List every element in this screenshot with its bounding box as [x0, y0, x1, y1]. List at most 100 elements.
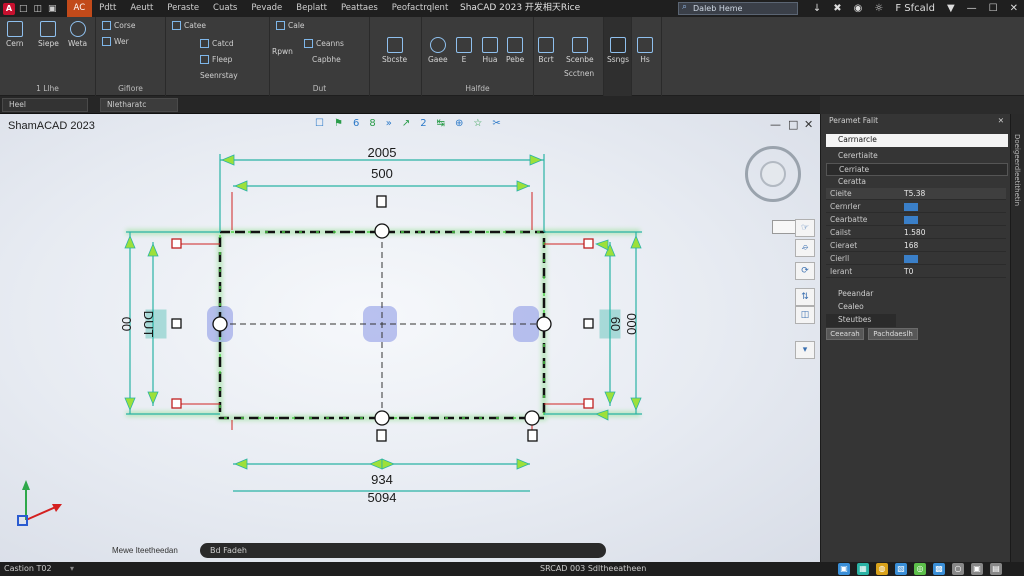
polyline-button[interactable]: Siepe: [38, 21, 59, 48]
dim-bottom-inner[interactable]: 934: [371, 472, 393, 487]
sub-combo-text: Cerriate: [839, 165, 870, 174]
property-row[interactable]: Cieite T5.38: [826, 188, 1006, 200]
move-button[interactable]: Catee: [172, 21, 206, 30]
status-toggle-0[interactable]: ▣: [838, 563, 850, 575]
view-button[interactable]: Hs: [637, 37, 653, 64]
search-input[interactable]: Daleb Heme: [678, 2, 798, 15]
match-button[interactable]: Bcrt: [538, 37, 554, 64]
props-button[interactable]: Scenbe: [566, 37, 594, 64]
drawing-canvas[interactable]: 2005 500 934 5094 DUT 00 000 60: [0, 114, 820, 562]
scale-button[interactable]: Seenrstay: [200, 71, 238, 80]
user-icon[interactable]: ◉: [854, 0, 863, 17]
tab-start[interactable]: Heel: [2, 98, 88, 112]
leader-button[interactable]: Capbhe: [312, 55, 341, 64]
apply-button[interactable]: Ceearah: [826, 328, 864, 340]
dim-top-outer[interactable]: 2005: [368, 145, 397, 160]
property-row[interactable]: Cailst 1.580: [826, 227, 1006, 239]
menu-tab-6[interactable]: Beplatt: [289, 0, 334, 17]
arc-sub-button[interactable]: Wer: [102, 37, 129, 46]
view-cube-center[interactable]: [760, 161, 786, 187]
define-button[interactable]: Pebe: [506, 37, 524, 64]
save-icon[interactable]: ▣: [48, 4, 57, 14]
orbit-tool-icon[interactable]: ⟳: [795, 262, 815, 280]
account-label[interactable]: F Sfcald: [895, 0, 935, 17]
open-folder-icon[interactable]: ◫: [34, 4, 43, 14]
property-value[interactable]: [904, 201, 918, 215]
arc-button[interactable]: Corse: [102, 21, 135, 30]
app-logo[interactable]: A: [3, 2, 15, 15]
new-file-icon[interactable]: □: [19, 4, 28, 14]
dim-top-inner[interactable]: 500: [371, 166, 393, 181]
property-row[interactable]: Cierll: [826, 253, 1006, 265]
dropdown-icon[interactable]: ▼: [947, 0, 955, 17]
property-row[interactable]: Cieraet 168: [826, 240, 1006, 252]
dim-button[interactable]: Ceanns: [304, 39, 344, 48]
close-icon[interactable]: ✕: [1010, 0, 1018, 17]
edit-button[interactable]: Hua: [482, 37, 498, 64]
zoom-tool-icon[interactable]: ⌮: [795, 239, 815, 257]
text-button[interactable]: Cale: [276, 21, 305, 30]
property-value[interactable]: T5.38: [904, 188, 925, 200]
properties-close-icon[interactable]: ✕: [998, 114, 1004, 128]
line-button[interactable]: Cern: [6, 21, 24, 48]
showmotion-tool-icon[interactable]: ⇅: [795, 288, 815, 306]
property-row[interactable]: Cernrler: [826, 201, 1006, 213]
status-toggle-3[interactable]: ▧: [895, 563, 907, 575]
stretch-button[interactable]: Fleep: [200, 55, 232, 64]
tab-drawing[interactable]: Nletharatc: [100, 98, 178, 112]
group-button[interactable]: Ssngs: [607, 37, 629, 64]
status-left-arrow[interactable]: ▾: [70, 562, 74, 576]
dim-right[interactable]: 000: [624, 313, 639, 335]
footer-row-2[interactable]: Steutbes: [826, 314, 896, 327]
circle-button[interactable]: Weta: [68, 21, 87, 48]
menu-tab-3[interactable]: Peraste: [160, 0, 206, 17]
color-swatch[interactable]: [904, 203, 918, 211]
details-button[interactable]: Pachdaeslh: [868, 328, 918, 340]
property-row[interactable]: Cearbatte: [826, 214, 1006, 226]
dim-bottom-outer[interactable]: 5094: [368, 490, 397, 505]
rectangle-object[interactable]: [218, 230, 546, 420]
download-icon[interactable]: ↓: [813, 0, 821, 17]
dim-left[interactable]: DUT: [141, 311, 156, 338]
tab-drawing-label: Nletharatc: [107, 100, 147, 109]
property-row[interactable]: Ierant T0: [826, 266, 1006, 278]
close-session-icon[interactable]: ✖: [833, 0, 841, 17]
command-line-input[interactable]: Bd Fadeh: [200, 543, 606, 558]
theme-icon[interactable]: ☼: [874, 0, 883, 17]
property-value[interactable]: 168: [904, 240, 918, 252]
object-type-select[interactable]: Carrnarcle: [826, 134, 1008, 147]
status-toggle-5[interactable]: ▩: [933, 563, 945, 575]
nav-extra-icon[interactable]: ▾: [795, 341, 815, 359]
table-button[interactable]: Rpwn: [272, 47, 293, 56]
side-palette-strip[interactable]: Doeigeerdleetithetin: [1010, 114, 1024, 562]
pan-tool-icon[interactable]: ☞: [795, 219, 815, 237]
layers-button[interactable]: Sbcste: [382, 37, 407, 64]
steering-tool-icon[interactable]: ◫: [795, 306, 815, 324]
menu-tab-7[interactable]: Peattaes: [334, 0, 385, 17]
status-toggle-1[interactable]: ▦: [857, 563, 869, 575]
insert-button[interactable]: Gaee: [428, 37, 448, 64]
minimize-icon[interactable]: —: [967, 0, 977, 17]
property-value[interactable]: [904, 253, 918, 267]
sub-combo-select[interactable]: Cerriate: [826, 163, 1008, 176]
property-value[interactable]: 1.580: [904, 227, 925, 239]
maximize-icon[interactable]: ☐: [989, 0, 998, 17]
menu-tab-5[interactable]: Pevade: [244, 0, 289, 17]
property-value[interactable]: [904, 214, 918, 228]
property-value[interactable]: T0: [904, 266, 913, 278]
status-toggle-4[interactable]: ◎: [914, 563, 926, 575]
props-sub-button[interactable]: Scctnen: [564, 69, 594, 78]
copy-button[interactable]: Catcd: [200, 39, 234, 48]
color-swatch[interactable]: [904, 255, 918, 263]
menu-tab-8[interactable]: Peofactrqlent: [385, 0, 456, 17]
menu-tab-4[interactable]: Cuats: [206, 0, 244, 17]
menu-tab-0[interactable]: AC: [66, 0, 93, 17]
status-toggle-8[interactable]: ▤: [990, 563, 1002, 575]
status-toggle-2[interactable]: ◍: [876, 563, 888, 575]
status-toggle-7[interactable]: ▣: [971, 563, 983, 575]
status-toggle-6[interactable]: ○: [952, 563, 964, 575]
create-button[interactable]: E: [456, 37, 472, 64]
color-swatch[interactable]: [904, 216, 918, 224]
menu-tab-1[interactable]: Pdtt: [92, 0, 123, 17]
menu-tab-2[interactable]: Aeutt: [123, 0, 160, 17]
